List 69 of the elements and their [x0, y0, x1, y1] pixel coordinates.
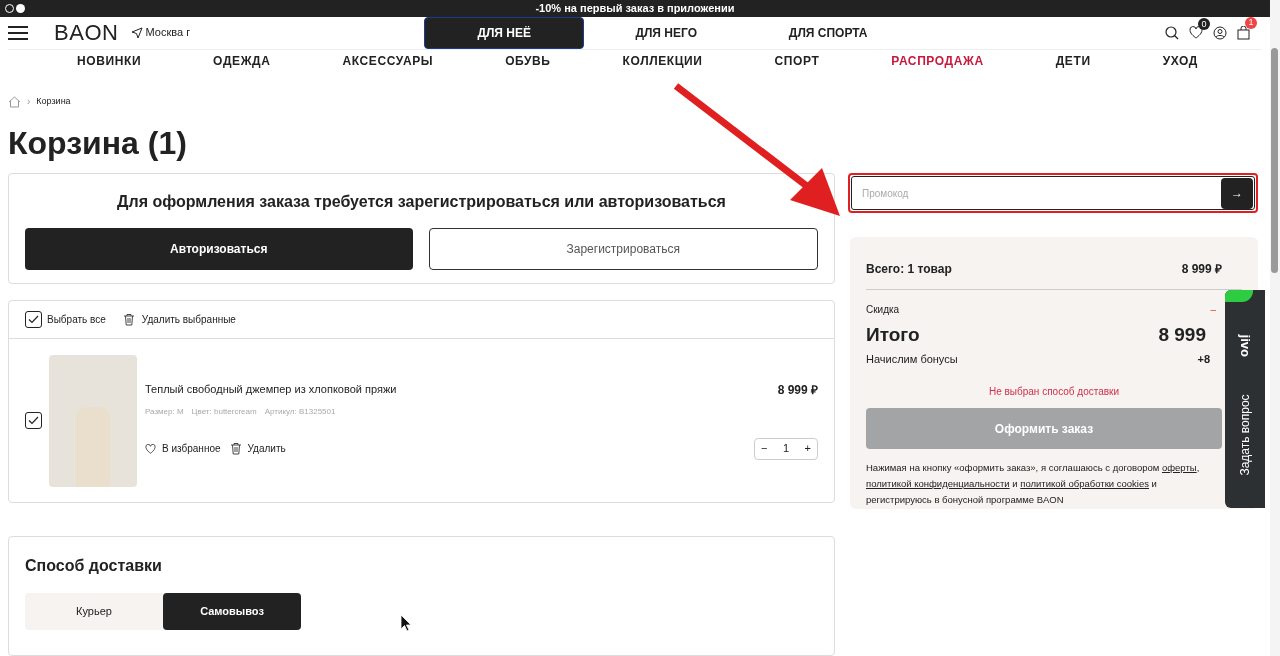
discount-label: Скидка	[866, 303, 900, 317]
delivery-tab[interactable]: Самовывоз	[163, 593, 301, 630]
delete-selected-link[interactable]: Удалить выбранные	[141, 312, 236, 327]
quantity-value: 1	[782, 441, 790, 457]
chat-brand: jivo	[1236, 334, 1254, 357]
bonus-value: +8	[1197, 351, 1210, 367]
delete-link[interactable]: Удалить	[247, 441, 286, 456]
checkmark-icon	[28, 315, 39, 324]
legal-link[interactable]: политикой обработки cookies	[1020, 478, 1149, 489]
home-icon[interactable]	[8, 95, 21, 108]
grand-total-value: 8 999	[1158, 323, 1206, 347]
nav-link[interactable]: АКСЕССУАРЫ	[342, 51, 434, 70]
delivery-tab[interactable]: Курьер	[25, 593, 163, 630]
nav-link[interactable]: ДЕТИ	[1055, 51, 1091, 70]
audience-tab[interactable]: ДЛЯ СПОРТА	[748, 16, 909, 49]
promo-field[interactable]: Промокод →	[851, 176, 1255, 210]
trash-icon	[229, 442, 242, 455]
product-price: 8 999 ₽	[777, 381, 818, 399]
checkmark-icon	[28, 416, 39, 425]
delivery-warning: Не выбран способ доставки	[987, 385, 1121, 399]
favorite-link[interactable]: В избранное	[162, 441, 221, 456]
heart-icon[interactable]	[1188, 26, 1203, 39]
count-badge: 0	[1197, 18, 1210, 30]
grand-total-label: Итого	[866, 323, 920, 347]
chat-widget[interactable]: jivo Задать вопрос	[1225, 290, 1265, 508]
nav-link[interactable]: КОЛЛЕКЦИИ	[622, 51, 703, 70]
item-checkbox[interactable]	[25, 412, 42, 429]
breadcrumb-link[interactable]: Корзина	[36, 94, 71, 109]
apply-promo-button[interactable]: →	[1221, 177, 1253, 209]
product-name[interactable]: Теплый свободный джемпер из хлопковой пряжи	[145, 380, 397, 399]
nav-link[interactable]: ОБУВЬ	[505, 51, 551, 70]
total-value: 8 999 ₽	[1181, 261, 1222, 278]
location-link[interactable]: Москва г	[145, 24, 191, 41]
chat-label: Задать вопрос	[1237, 393, 1253, 476]
plus-button[interactable]: +	[804, 440, 811, 457]
legal-link[interactable]: политикой конфиденциальности	[866, 478, 1010, 489]
menu-icon[interactable]	[8, 25, 28, 40]
nav-link[interactable]: РАСПРОДАЖА	[891, 51, 984, 70]
nav-link[interactable]: СПОРТ	[774, 51, 820, 70]
product-color: Цвет: buttercream	[191, 405, 257, 418]
minus-button[interactable]: −	[761, 440, 768, 457]
logo[interactable]: BAON	[54, 21, 119, 44]
select-all-checkbox[interactable]	[25, 311, 42, 328]
location-arrow-icon	[130, 26, 143, 39]
delivery-title: Способ доставки	[25, 556, 163, 576]
register-button[interactable]: Зарегистрироваться	[428, 228, 818, 270]
user-icon[interactable]	[1212, 25, 1227, 40]
page-title: Корзина (1)	[7, 127, 188, 159]
legal-link[interactable]: оферты	[1162, 462, 1197, 473]
audience-tab[interactable]: ДЛЯ НЕЁ	[424, 16, 585, 49]
total-label: Всего: 1 товар	[866, 261, 952, 278]
product-sku: Артикул: B1325501	[264, 405, 336, 418]
nav-link[interactable]: УХОД	[1162, 51, 1198, 70]
audience-tab[interactable]: ДЛЯ НЕГО	[586, 16, 747, 49]
product-size: Размер: M	[145, 405, 184, 418]
breadcrumb-separator: ›	[27, 95, 31, 109]
select-all-label[interactable]: Выбрать все	[47, 312, 106, 327]
login-button[interactable]: Авторизоваться	[25, 228, 413, 270]
auth-message: Для оформления заказа требуется зарегистрироваться или авторизоваться	[116, 192, 727, 212]
bonus-label: Начислим бонусы	[866, 351, 958, 367]
heart-icon	[145, 443, 156, 454]
bag-icon[interactable]	[1236, 25, 1250, 40]
nav-link[interactable]: ОДЕЖДА	[213, 51, 271, 70]
trash-icon	[122, 313, 135, 326]
discount-value: –	[1210, 303, 1216, 317]
promo-banner: -10% на первый заказ в приложении	[0, 0, 1270, 17]
search-icon[interactable]	[1164, 25, 1179, 40]
cursor-icon	[400, 614, 411, 632]
nav-link[interactable]: НОВИНКИ	[77, 51, 142, 70]
